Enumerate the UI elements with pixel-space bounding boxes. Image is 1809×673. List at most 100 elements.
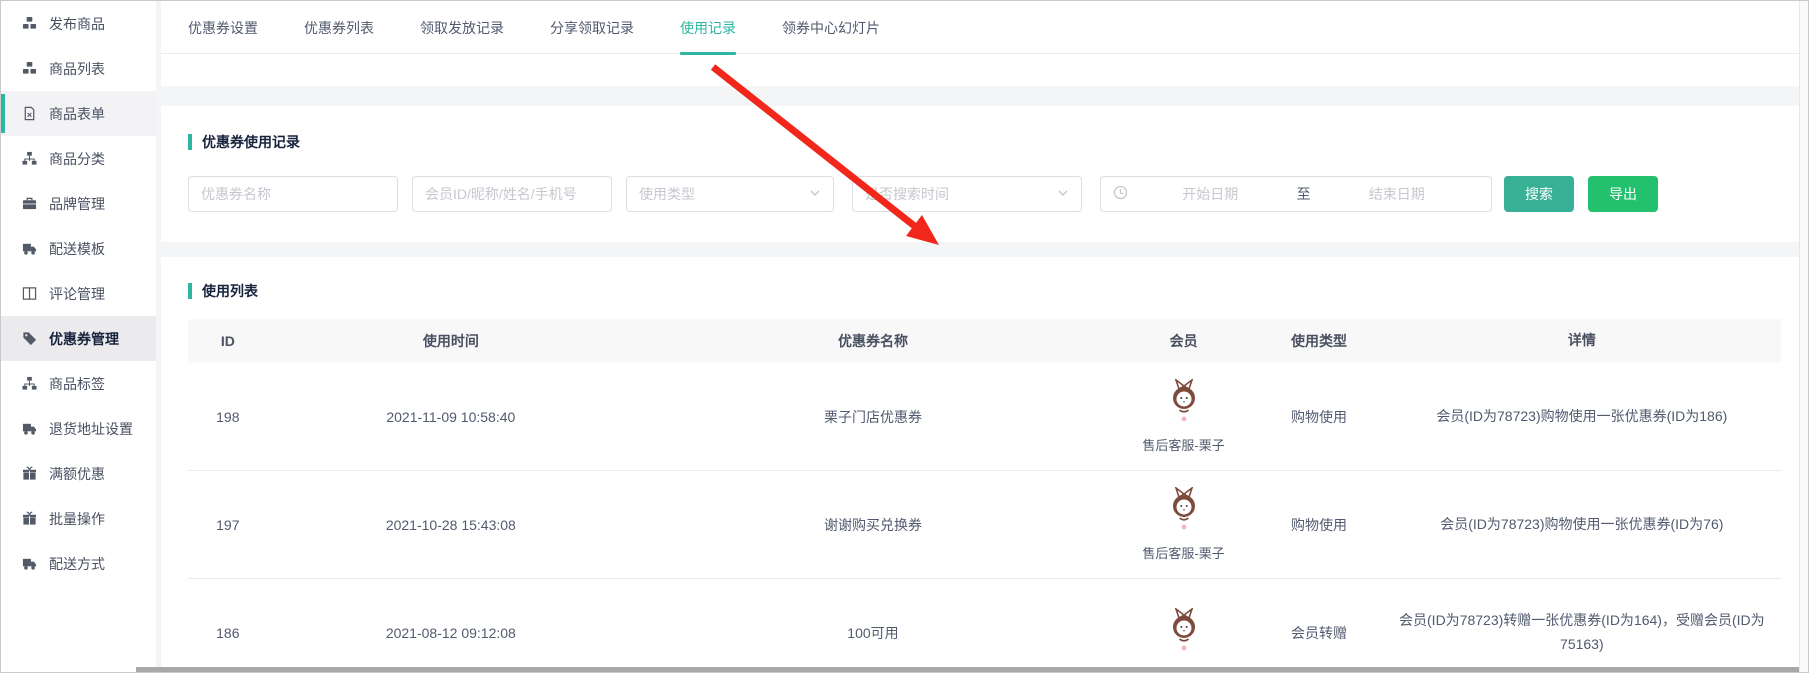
member-avatar (1164, 379, 1204, 428)
cell-use-time: 2021-11-09 10:58:40 (268, 409, 634, 425)
cell-id: 186 (188, 625, 268, 641)
time-search-placeholder: 是否搜索时间 (865, 184, 949, 204)
table-row: 1982021-11-09 10:58:40栗子门店优惠券售后客服-栗子购物使用… (188, 363, 1781, 471)
clock-icon (1113, 185, 1128, 203)
sidebar-item-label: 商品列表 (49, 59, 105, 79)
sidebar-item-delivery-method[interactable]: 配送方式 (1, 541, 156, 586)
search-form: 使用类型 是否搜索时间 开始日期 至 (188, 176, 1781, 212)
member-avatar (1164, 608, 1204, 657)
sidebar-item-label: 优惠券管理 (49, 329, 119, 349)
sidebar-item-label: 商品标签 (49, 374, 105, 394)
column-header: 使用时间 (268, 331, 634, 351)
sidebar-item-label: 配送方式 (49, 554, 105, 574)
sidebar-item-full-discount[interactable]: 满额优惠 (1, 451, 156, 496)
sidebar-item-coupon-manage[interactable]: 优惠券管理 (1, 316, 156, 361)
sidebar-item-label: 评论管理 (49, 284, 105, 304)
tab-coupon-settings[interactable]: 优惠券设置 (188, 18, 258, 53)
chevron-down-icon (1057, 186, 1069, 202)
member-avatar (1164, 487, 1204, 536)
sidebar-item-return-address[interactable]: 退货地址设置 (1, 406, 156, 451)
truck-icon (22, 556, 38, 572)
rabbit-avatar-icon (1164, 608, 1204, 654)
search-button[interactable]: 搜索 (1504, 176, 1574, 212)
truck-icon (22, 241, 38, 257)
sidebar: 发布商品商品列表商品表单商品分类品牌管理配送模板评论管理优惠券管理商品标签退货地… (1, 1, 156, 672)
gift-icon (22, 466, 38, 482)
export-button[interactable]: 导出 (1588, 176, 1658, 212)
column-header: 优惠券名称 (634, 331, 1112, 351)
sidebar-item-label: 品牌管理 (49, 194, 105, 214)
time-search-select[interactable]: 是否搜索时间 (852, 176, 1082, 212)
sitemap-icon (22, 151, 38, 167)
tab-share-receive-record[interactable]: 分享领取记录 (550, 18, 634, 53)
main-content: 优惠券设置 优惠券列表 领取发放记录 分享领取记录 使用记录 领券中心幻灯片 优惠券使用记… (156, 1, 1808, 672)
cell-member (1112, 608, 1255, 657)
sidebar-item-label: 退货地址设置 (49, 419, 133, 439)
rabbit-avatar-icon (1164, 487, 1204, 533)
cell-member: 售后客服-栗子 (1112, 487, 1255, 562)
list-card: 使用列表 ID使用时间优惠券名称会员使用类型详情 1982021-11-09 1… (161, 257, 1808, 667)
file-icon (22, 106, 38, 122)
tabs-card: 优惠券设置 优惠券列表 领取发放记录 分享领取记录 使用记录 领券中心幻灯片 (161, 1, 1808, 86)
start-date-field[interactable]: 开始日期 (1128, 184, 1293, 204)
columns-icon (22, 286, 38, 302)
list-section-title-text: 使用列表 (202, 281, 258, 301)
use-type-placeholder: 使用类型 (639, 184, 695, 204)
briefcase-icon (22, 196, 38, 212)
use-type-select[interactable]: 使用类型 (626, 176, 834, 212)
date-separator: 至 (1293, 184, 1315, 204)
cell-id: 197 (188, 517, 268, 533)
column-header: 使用类型 (1255, 331, 1382, 351)
gift-icon (22, 511, 38, 527)
cell-detail: 会员(ID为78723)购物使用一张优惠券(ID为186) (1383, 405, 1781, 429)
sidebar-item-comment-manage[interactable]: 评论管理 (1, 271, 156, 316)
table-header-row: ID使用时间优惠券名称会员使用类型详情 (188, 319, 1781, 363)
date-range-picker[interactable]: 开始日期 至 结束日期 (1100, 176, 1492, 212)
cell-use-type: 购物使用 (1255, 515, 1382, 535)
sidebar-item-batch-operation[interactable]: 批量操作 (1, 496, 156, 541)
sidebar-item-label: 商品分类 (49, 149, 105, 169)
member-name: 售后客服-栗子 (1142, 435, 1224, 454)
vertical-scrollbar[interactable] (1799, 1, 1808, 672)
tab-receive-grant-record[interactable]: 领取发放记录 (420, 18, 504, 53)
tab-usage-record[interactable]: 使用记录 (680, 18, 736, 53)
window-bottom-edge (136, 667, 1808, 672)
end-date-field[interactable]: 结束日期 (1315, 184, 1480, 204)
cell-member: 售后客服-栗子 (1112, 379, 1255, 454)
cell-use-type: 会员转赠 (1255, 623, 1382, 643)
accent-bar (188, 134, 192, 150)
cubes-icon (22, 61, 38, 77)
column-header: ID (188, 333, 268, 349)
sidebar-item-product-list[interactable]: 商品列表 (1, 46, 156, 91)
coupon-name-input[interactable] (188, 176, 398, 212)
tab-coupon-list[interactable]: 优惠券列表 (304, 18, 374, 53)
sidebar-item-label: 商品表单 (49, 104, 105, 124)
search-section-title: 优惠券使用记录 (188, 132, 1781, 152)
tag-icon (22, 331, 38, 347)
admin-window: 发布商品商品列表商品表单商品分类品牌管理配送模板评论管理优惠券管理商品标签退货地… (0, 0, 1809, 673)
cell-detail: 会员(ID为78723)转赠一张优惠券(ID为164)，受赠会员(ID为7516… (1383, 609, 1781, 657)
cell-detail: 会员(ID为78723)购物使用一张优惠券(ID为76) (1383, 513, 1781, 537)
sidebar-item-brand-manage[interactable]: 品牌管理 (1, 181, 156, 226)
cell-coupon-name: 栗子门店优惠券 (634, 407, 1112, 427)
sitemap-icon (22, 376, 38, 392)
cell-use-time: 2021-08-12 09:12:08 (268, 625, 634, 641)
table-body: 1982021-11-09 10:58:40栗子门店优惠券售后客服-栗子购物使用… (188, 363, 1781, 667)
sidebar-item-product-form[interactable]: 商品表单 (1, 91, 156, 136)
usage-table: ID使用时间优惠券名称会员使用类型详情 1982021-11-09 10:58:… (188, 319, 1781, 667)
sidebar-item-product-tag[interactable]: 商品标签 (1, 361, 156, 406)
member-search-input[interactable] (412, 176, 612, 212)
accent-bar (188, 283, 192, 299)
sidebar-item-publish-product[interactable]: 发布商品 (1, 1, 156, 46)
tab-coupon-center-slides[interactable]: 领券中心幻灯片 (782, 18, 880, 53)
table-row: 1862021-08-12 09:12:08100可用会员转赠会员(ID为787… (188, 579, 1781, 667)
search-section-title-text: 优惠券使用记录 (202, 132, 300, 152)
sidebar-item-product-category[interactable]: 商品分类 (1, 136, 156, 181)
sidebar-item-delivery-template[interactable]: 配送模板 (1, 226, 156, 271)
column-header: 详情 (1383, 329, 1781, 353)
list-section-title: 使用列表 (188, 281, 1781, 301)
cell-use-type: 购物使用 (1255, 407, 1382, 427)
sidebar-item-label: 批量操作 (49, 509, 105, 529)
cubes-icon (22, 16, 38, 32)
table-row: 1972021-10-28 15:43:08谢谢购买兑换券售后客服-栗子购物使用… (188, 471, 1781, 579)
